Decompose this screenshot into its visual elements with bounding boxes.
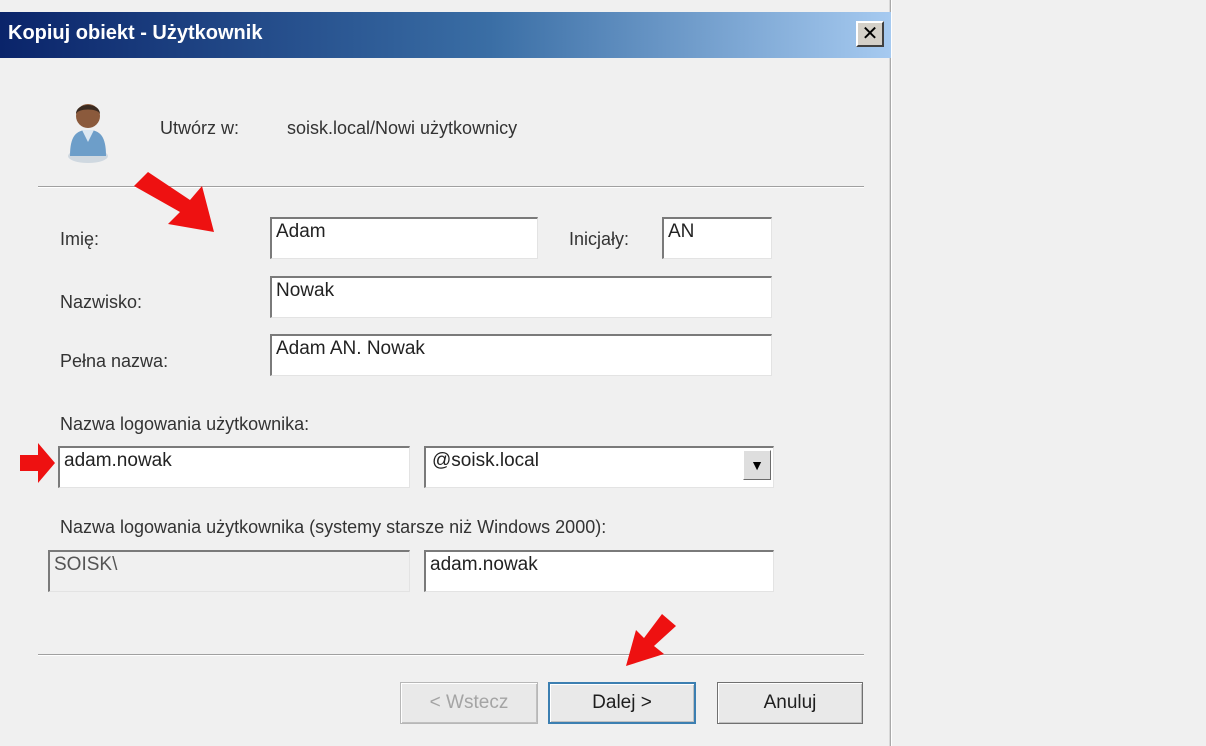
close-button[interactable]: ✕ [856,21,884,47]
chevron-down-icon: ▼ [750,457,764,473]
create-in-label: Utwórz w: [160,118,240,138]
legacy-logon-label: Nazwa logowania użytkownika (systemy sta… [60,517,607,537]
first-name-field[interactable]: Adam [270,217,538,259]
dropdown-button[interactable]: ▼ [743,450,771,480]
logon-name-field[interactable]: adam.nowak [58,446,410,488]
initials-field[interactable]: AN [662,217,772,259]
first-name-label: Imię: [60,229,100,249]
back-button[interactable]: < Wstecz [400,682,538,724]
cancel-button[interactable]: Anuluj [717,682,863,724]
last-name-label: Nazwisko: [60,292,143,312]
title-bar: Kopiuj obiekt - Użytkownik ✕ [0,12,891,58]
close-icon: ✕ [861,23,879,45]
window-title: Kopiuj obiekt - Użytkownik [8,22,263,44]
next-button[interactable]: Dalej > [548,682,696,724]
footer-divider [38,654,864,656]
full-name-field[interactable]: Adam AN. Nowak [270,334,772,376]
create-in-path: soisk.local/Nowi użytkownicy [287,118,518,138]
red-arrow-icon [20,443,55,483]
domain-select-value: @soisk.local [432,450,539,471]
full-name-label: Pełna nazwa: [60,351,169,371]
logon-name-label: Nazwa logowania użytkownika: [60,414,310,434]
copy-object-user-dialog: Kopiuj obiekt - Użytkownik ✕ Utwórz w: s… [0,0,891,746]
red-arrow-icon [626,614,676,666]
background-area [892,0,1206,746]
legacy-domain-field: SOISK\ [48,550,410,592]
domain-select[interactable]: @soisk.local ▼ [424,446,774,488]
legacy-logon-field[interactable]: adam.nowak [424,550,774,592]
user-icon [68,104,108,163]
red-arrow-icon [134,172,214,232]
last-name-field[interactable]: Nowak [270,276,772,318]
initials-label: Inicjały: [569,229,630,249]
